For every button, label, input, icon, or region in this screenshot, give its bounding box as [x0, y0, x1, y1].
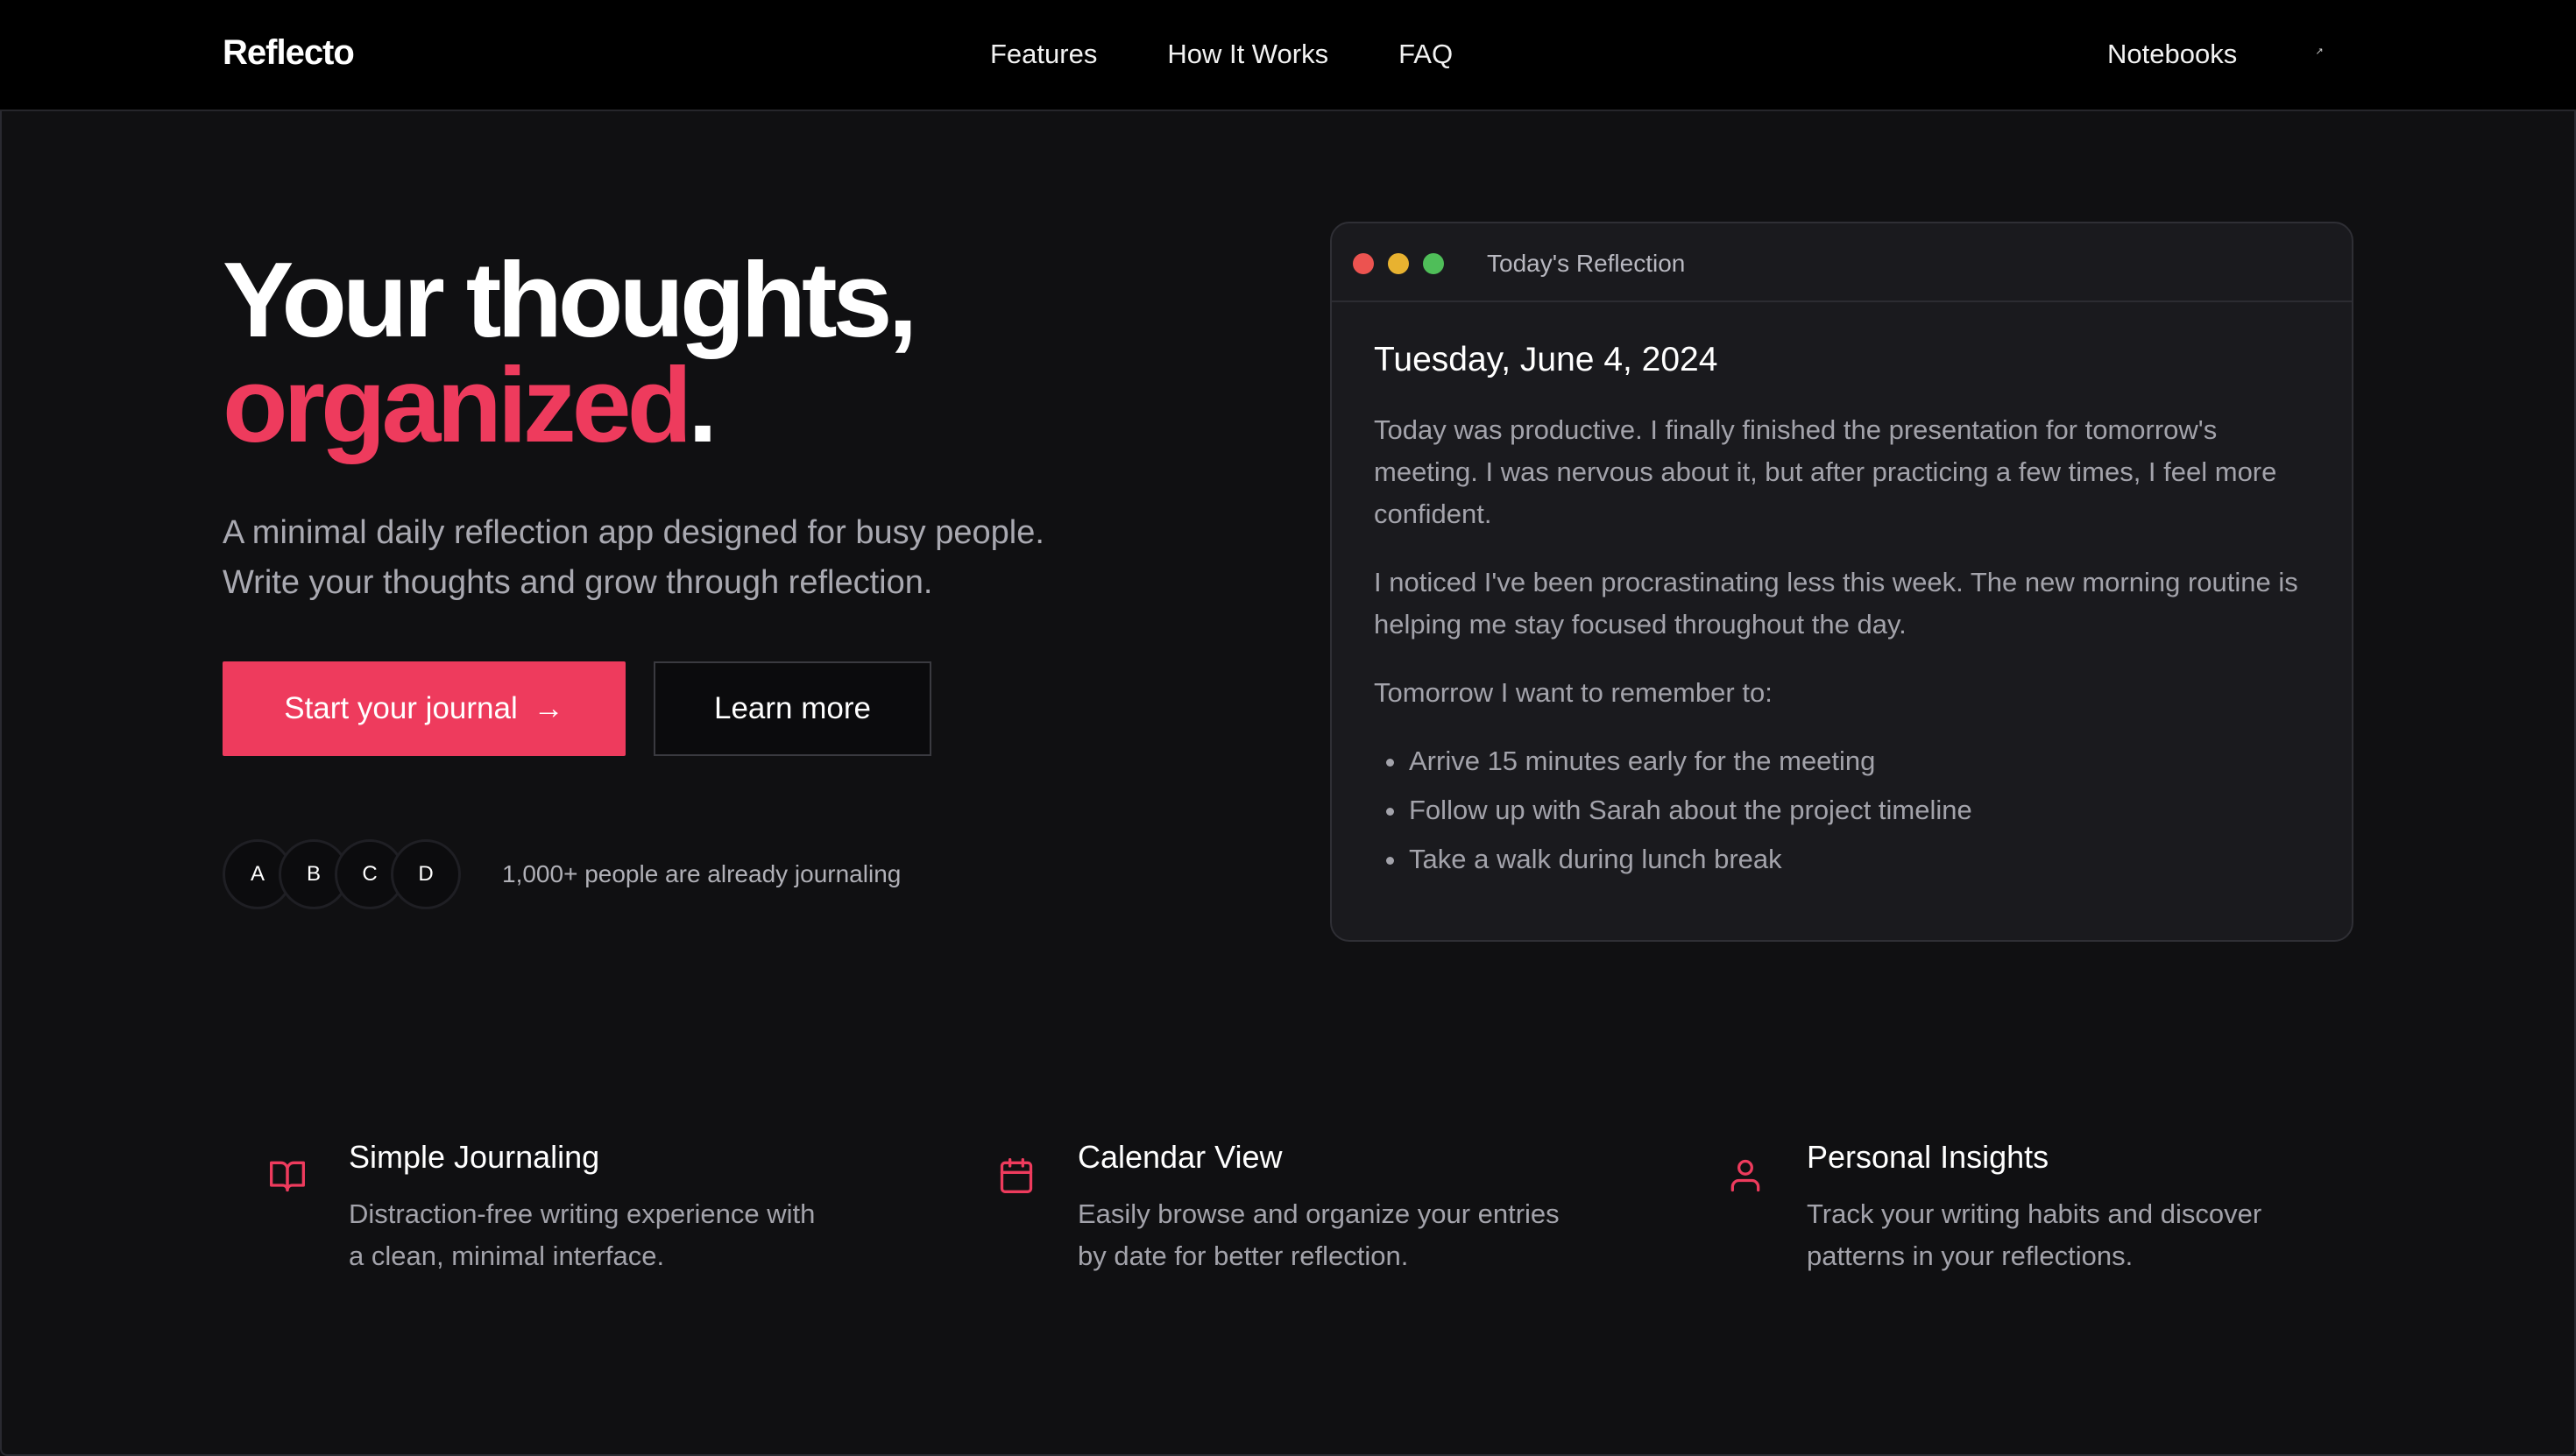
start-journal-label: Start your journal — [284, 691, 518, 725]
nav-link-notebooks[interactable]: Notebooks — [2107, 39, 2237, 70]
arrow-right-icon: → — [533, 691, 564, 725]
window-titlebar: Today's Reflection — [1332, 223, 2352, 302]
feature-title: Calendar View — [1078, 1139, 1283, 1175]
social-proof-text: 1,000+ people are already journaling — [502, 860, 902, 887]
avatar-group: A B C D — [223, 839, 461, 909]
feature-desc-line: a clean, minimal interface. — [349, 1240, 665, 1271]
window-close-dot — [1353, 253, 1374, 274]
list-item: Follow up with Sarah about the project t… — [1374, 786, 2310, 835]
nav-link-features[interactable]: Features — [990, 39, 1097, 70]
feature-desc-line: Track your writing habits and discover — [1807, 1198, 2262, 1229]
entry-paragraph: Today was productive. I finally finished… — [1374, 414, 2277, 529]
feature-description: Track your writing habits and discover p… — [1807, 1193, 2332, 1277]
nav-links: Features How It Works FAQ — [990, 39, 1453, 70]
hero-title: Your thoughts, organized. — [223, 246, 917, 458]
start-journal-button[interactable]: Start your journal → — [223, 661, 626, 756]
brand-logo[interactable]: Reflecto — [223, 33, 355, 73]
feature-description: Easily browse and organize your entries … — [1078, 1193, 1603, 1277]
calendar-icon — [1000, 1158, 1033, 1193]
hero-subtitle: A minimal daily reflection app designed … — [223, 508, 1186, 608]
book-open-icon — [270, 1161, 305, 1192]
entry-paragraph: Tomorrow I want to remember to: — [1374, 677, 1773, 708]
list-item: Take a walk during lunch break — [1374, 835, 2310, 884]
avatar: D — [391, 839, 461, 909]
feature-description: Distraction-free writing experience with… — [349, 1193, 874, 1277]
hero-title-line1: Your thoughts, — [223, 240, 917, 359]
learn-more-label: Learn more — [714, 691, 871, 725]
window-minimize-dot — [1388, 253, 1409, 274]
nav-link-how-it-works[interactable]: How It Works — [1167, 39, 1328, 70]
nav-link-faq[interactable]: FAQ — [1398, 39, 1453, 70]
window-maximize-dot — [1423, 253, 1444, 274]
feature-desc-line: patterns in your reflections. — [1807, 1240, 2134, 1271]
feature-desc-line: Distraction-free writing experience with — [349, 1198, 816, 1229]
window-title: Today's Reflection — [1487, 250, 1686, 277]
feature-title: Simple Journaling — [349, 1139, 600, 1175]
feature-desc-line: by date for better reflection. — [1078, 1240, 1409, 1271]
hero-subtitle-line2: Write your thoughts and grow through ref… — [223, 564, 933, 601]
hero-title-accent: organized — [223, 345, 692, 464]
profile-icon[interactable]: ↗ — [2313, 46, 2325, 58]
hero-subtitle-line1: A minimal daily reflection app designed … — [223, 514, 1044, 551]
entry-body: Tuesday, June 4, 2024 Today was producti… — [1332, 339, 2352, 884]
entry-paragraph: I noticed I've been procrastinating less… — [1374, 567, 2298, 640]
list-item: Arrive 15 minutes early for the meeting — [1374, 737, 2310, 786]
feature-desc-line: Easily browse and organize your entries — [1078, 1198, 1560, 1229]
learn-more-button[interactable]: Learn more — [654, 661, 931, 756]
hero-title-period: . — [688, 345, 718, 464]
top-navbar: Reflecto Features How It Works FAQ Noteb… — [0, 0, 2576, 111]
entry-date: Tuesday, June 4, 2024 — [1374, 341, 1718, 378]
user-icon — [1730, 1159, 1760, 1192]
feature-title: Personal Insights — [1807, 1139, 2049, 1175]
reflection-preview-card: Today's Reflection Tuesday, June 4, 2024… — [1330, 222, 2353, 942]
entry-list: Arrive 15 minutes early for the meeting … — [1374, 737, 2310, 884]
